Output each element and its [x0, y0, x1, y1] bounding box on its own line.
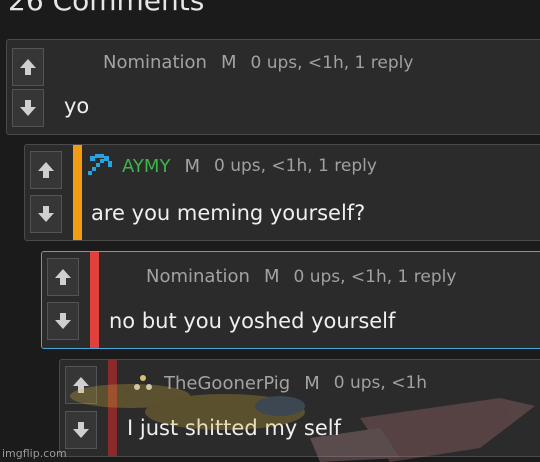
upvote-button[interactable]: [30, 151, 62, 189]
comments-header: 26 Comments: [8, 0, 205, 17]
username[interactable]: Nomination: [103, 52, 207, 73]
arrow-down-icon: [73, 422, 89, 438]
comment-meta: Nomination M 0 ups, <1h, 1 reply: [146, 266, 456, 287]
thread-accent-bar: [108, 360, 117, 456]
comment-4: TheGoonerPig M 0 ups, <1h I just shitted…: [59, 359, 540, 457]
downvote-button[interactable]: [47, 302, 79, 340]
comment-stats: 0 ups, <1h, 1 reply: [293, 266, 457, 287]
arrow-down-icon: [38, 206, 54, 222]
comment-stats: 0 ups, <1h, 1 reply: [250, 52, 414, 73]
arrow-up-icon: [73, 377, 89, 393]
vote-controls: [25, 145, 67, 240]
comment-2: AYMY M 0 ups, <1h, 1 reply are you memin…: [24, 144, 540, 241]
comment-text: are you meming yourself?: [91, 201, 366, 225]
upvote-button[interactable]: [47, 258, 79, 296]
downvote-button[interactable]: [12, 89, 44, 127]
vote-controls: [42, 252, 84, 348]
arrow-up-icon: [20, 59, 36, 75]
vote-controls: [7, 40, 49, 134]
thread-accent-bar: [73, 145, 82, 240]
comment-3: Nomination M 0 ups, <1h, 1 reply no but …: [41, 251, 540, 349]
vote-controls: [60, 360, 102, 456]
arrow-up-icon: [38, 162, 54, 178]
username[interactable]: TheGoonerPig: [164, 373, 290, 394]
downvote-button[interactable]: [65, 411, 97, 449]
upvote-button[interactable]: [12, 48, 44, 86]
comment-meta: TheGoonerPig M 0 ups, <1h: [128, 368, 427, 398]
comment-stats: 0 ups, <1h: [333, 373, 428, 393]
comment-text: yo: [64, 94, 90, 118]
mod-badge: M: [263, 266, 280, 287]
thread-accent-bar: [90, 252, 99, 348]
comment-1: Nomination M 0 ups, <1h, 1 reply yo: [6, 39, 540, 135]
watermark: imgflip.com: [2, 447, 67, 460]
arrow-up-icon: [55, 269, 71, 285]
arrow-down-icon: [20, 100, 36, 116]
comment-meta: AYMY M 0 ups, <1h, 1 reply: [86, 151, 377, 181]
username[interactable]: AYMY: [122, 156, 170, 177]
arrow-down-icon: [55, 313, 71, 329]
mod-badge: M: [304, 372, 320, 394]
comment-meta: Nomination M 0 ups, <1h, 1 reply: [103, 52, 413, 73]
username[interactable]: Nomination: [146, 266, 250, 287]
comment-text: I just shitted my self: [127, 416, 341, 440]
mod-badge: M: [184, 155, 200, 177]
comment-text: no but you yoshed yourself: [109, 309, 396, 333]
comment-stats: 0 ups, <1h, 1 reply: [213, 156, 377, 176]
dots-icon: [134, 371, 152, 390]
upvote-button[interactable]: [65, 366, 97, 404]
pickaxe-icon: [88, 154, 112, 175]
downvote-button[interactable]: [30, 195, 62, 233]
mod-badge: M: [220, 52, 237, 73]
